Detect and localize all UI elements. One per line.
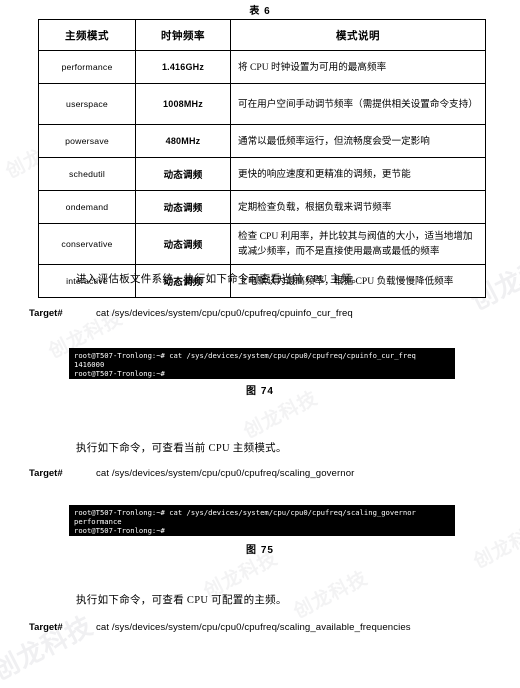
section-paragraph-2: 执行如下命令，可查看当前 CPU 主频模式。 xyxy=(76,443,287,454)
terminal-line: root@T507-Tronlong:~# cat /sys/devices/s… xyxy=(74,508,416,517)
cell-clock: 动态调频 xyxy=(135,223,231,265)
table-row: performance 1.416GHz 将 CPU 时钟设置为可用的最高频率 xyxy=(38,50,486,84)
figure-caption-75: 图 75 xyxy=(246,545,274,556)
section-paragraph-1: 进入评估板文件系统，执行如下命令可查看当前 CPU 主频。 xyxy=(76,274,363,285)
document-page: 创龙科技创龙科技创龙科技创龙科技创龙科技创龙科技创龙科技创龙科技创龙科技 表 6… xyxy=(0,0,520,686)
terminal-line: root@T507-Tronlong:~# cat /sys/devices/s… xyxy=(74,351,416,360)
cell-mode: ondemand xyxy=(38,190,136,224)
cell-description: 将 CPU 时钟设置为可用的最高频率 xyxy=(230,50,486,84)
cell-clock: 480MHz xyxy=(135,124,231,158)
column-header-mode: 主频模式 xyxy=(38,19,136,51)
column-header-desc: 模式说明 xyxy=(230,19,486,51)
command-line-2: Target# cat /sys/devices/system/cpu/cpu0/… xyxy=(29,463,354,481)
command-line-1: Target# cat /sys/devices/system/cpu/cpu0/… xyxy=(29,303,353,321)
terminal-line: root@T507-Tronlong:~# xyxy=(74,526,165,536)
cell-description: 更快的响应速度和更精准的调频，更节能 xyxy=(230,157,486,191)
cell-description: 通常以最低频率运行，但流畅度会受一定影响 xyxy=(230,124,486,158)
table-row: conservative 动态调频 检查 CPU 利用率，并比较其与阀值的大小，适当… xyxy=(38,223,486,265)
cell-mode: performance xyxy=(38,50,136,84)
command-line-3: Target# cat /sys/devices/system/cpu/cpu0/… xyxy=(29,617,411,635)
cell-description: 定期检查负载，根据负载来调节频率 xyxy=(230,190,486,224)
table-row: ondemand 动态调频 定期检查负载，根据负载来调节频率 xyxy=(38,190,486,224)
target-prompt-label-2: Target# xyxy=(29,468,63,479)
figure-caption-74: 图 74 xyxy=(246,386,274,397)
cell-clock: 1008MHz xyxy=(135,83,231,125)
table-row: userspace 1008MHz 可在用户空间手动调节频率（需提供相关设置命令支持… xyxy=(38,83,486,125)
target-prompt-label-1: Target# xyxy=(29,308,63,319)
cpu-frequency-mode-table: 主频模式 时钟频率 模式说明 performance 1.416GHz 将 CPU … xyxy=(38,19,486,298)
terminal-output-1: root@T507-Tronlong:~# cat /sys/devices/s… xyxy=(69,348,455,379)
cell-mode: schedutil xyxy=(38,157,136,191)
cell-clock: 1.416GHz xyxy=(135,50,231,84)
cell-mode: userspace xyxy=(38,83,136,125)
cell-description: 可在用户空间手动调节频率（需提供相关设置命令支持） xyxy=(230,83,486,125)
shell-command-3[interactable]: cat /sys/devices/system/cpu/cpu0/cpufreq… xyxy=(96,622,411,633)
terminal-line: performance xyxy=(74,517,122,527)
terminal-line: root@T507-Tronlong:~# xyxy=(74,369,165,379)
terminal-output-2: root@T507-Tronlong:~# cat /sys/devices/s… xyxy=(69,505,455,536)
cell-clock: 动态调频 xyxy=(135,190,231,224)
table-caption: 表 6 xyxy=(249,6,271,17)
watermark-text: 创龙科技 xyxy=(290,567,372,623)
cell-mode: conservative xyxy=(38,223,136,265)
terminal-line: 1416000 xyxy=(74,360,105,370)
table-row: powersave 480MHz 通常以最低频率运行，但流畅度会受一定影响 xyxy=(38,124,486,158)
cell-description: 检查 CPU 利用率，并比较其与阀值的大小，适当地增加或减少频率，而不是直接使用… xyxy=(230,223,486,265)
cell-clock: 动态调频 xyxy=(135,157,231,191)
column-header-clock: 时钟频率 xyxy=(135,19,231,51)
table-row: schedutil 动态调频 更快的响应速度和更精准的调频，更节能 xyxy=(38,157,486,191)
section-paragraph-3: 执行如下命令，可查看 CPU 可配置的主频。 xyxy=(76,595,287,606)
shell-command-2[interactable]: cat /sys/devices/system/cpu/cpu0/cpufreq… xyxy=(96,468,354,479)
table-header-row: 主频模式 时钟频率 模式说明 xyxy=(38,19,486,51)
cell-mode: powersave xyxy=(38,124,136,158)
shell-command-1[interactable]: cat /sys/devices/system/cpu/cpu0/cpufreq… xyxy=(96,308,353,319)
target-prompt-label-3: Target# xyxy=(29,622,63,633)
